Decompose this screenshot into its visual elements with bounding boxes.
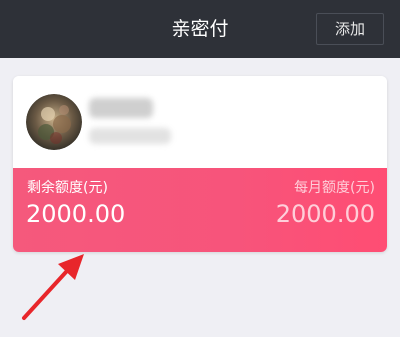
red-arrow-annotation [22,254,84,320]
